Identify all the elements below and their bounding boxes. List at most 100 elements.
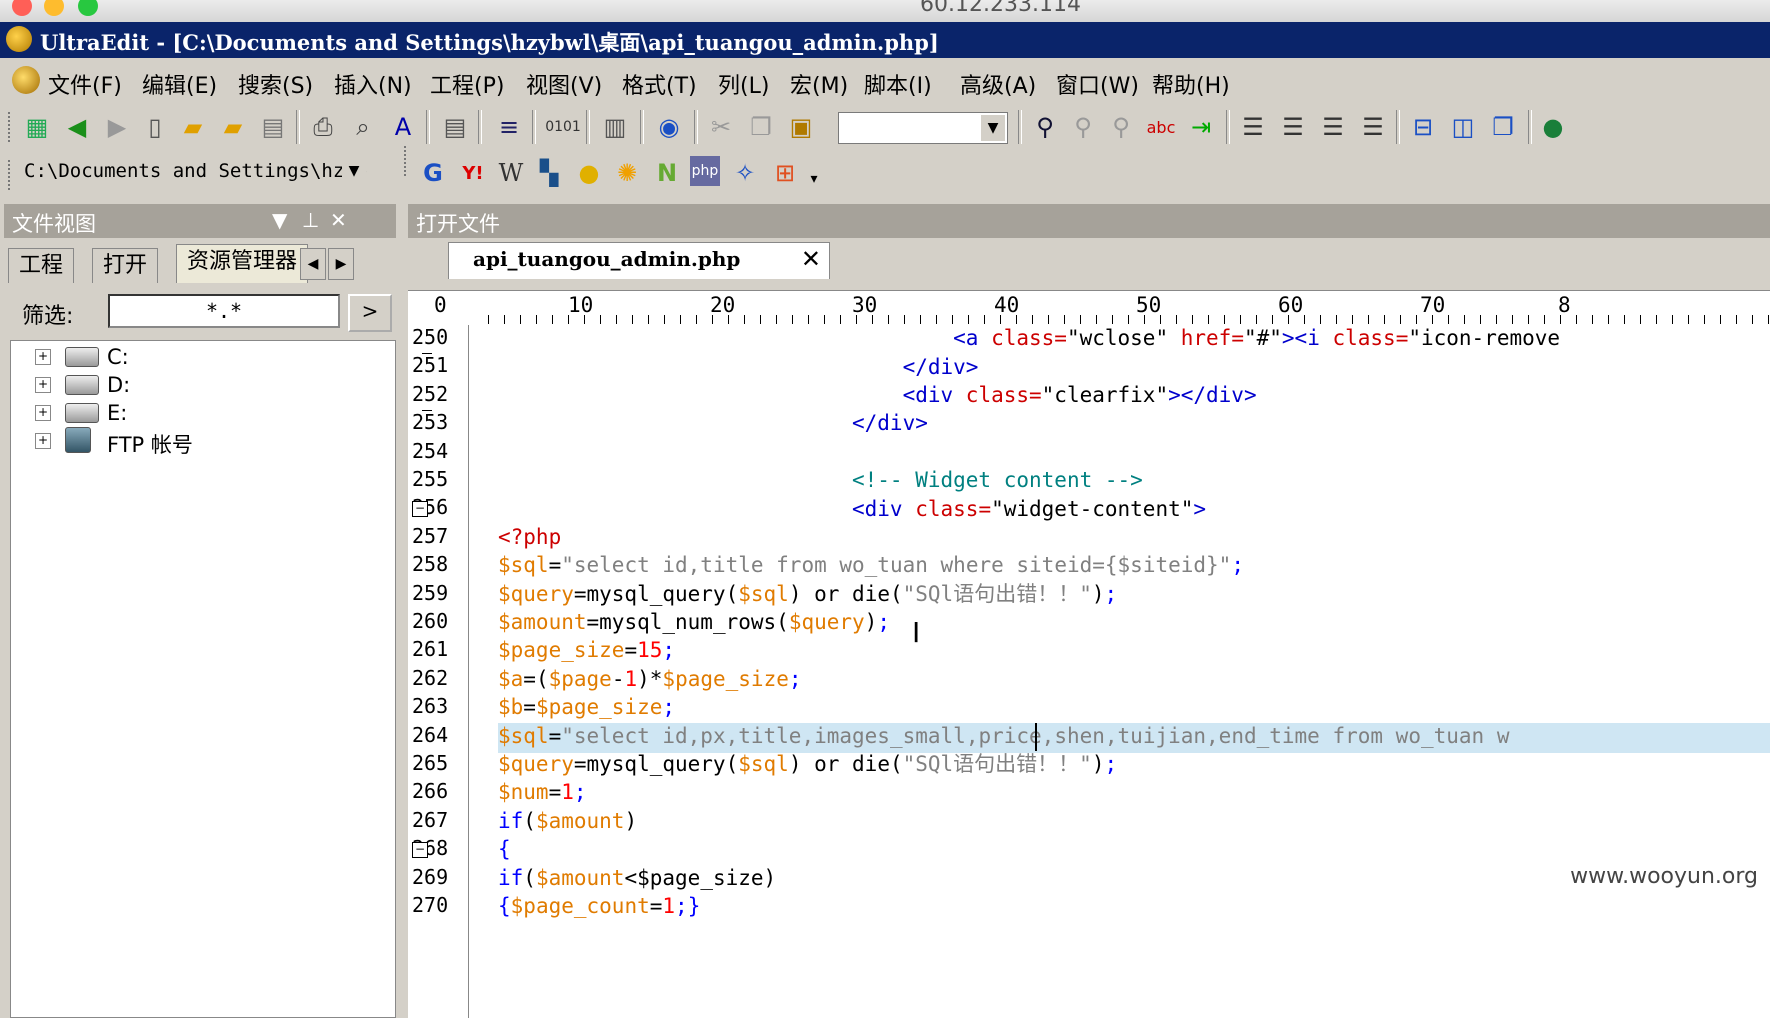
close-window-icon[interactable] <box>12 0 32 16</box>
code-area[interactable]: 250 251 252 253 254 255 256 257 258 259 … <box>408 325 1770 1018</box>
open-files-header: 打开文件 <box>408 204 1770 238</box>
find-prev-icon[interactable]: ⚲ <box>1104 110 1138 144</box>
ruler-label: 40 <box>994 293 1020 317</box>
app-menu-icon[interactable] <box>12 66 40 94</box>
paste-icon[interactable]: ▣ <box>784 110 818 144</box>
align-center-icon[interactable]: ☰ <box>1276 110 1310 144</box>
menu-script[interactable]: 脚本(I) <box>864 68 932 100</box>
expand-icon[interactable]: + <box>35 377 51 393</box>
align-right-icon[interactable]: ☰ <box>1316 110 1350 144</box>
tab-scroll-left-icon[interactable]: ◀ <box>300 248 326 280</box>
file-path-combo[interactable]: C:\Documents and Settings\hzyb ▼ <box>18 156 368 188</box>
spell-check-icon[interactable]: A <box>386 110 420 144</box>
forward-arrow-icon[interactable]: ▶ <box>100 110 134 144</box>
toolbar-grip[interactable] <box>8 112 14 142</box>
split-horizontal-icon[interactable]: ⊟ <box>1406 110 1440 144</box>
n-icon[interactable]: N <box>650 156 684 190</box>
print-icon[interactable]: ⎙ <box>306 110 340 144</box>
menu-project[interactable]: 工程(P) <box>430 68 504 100</box>
menu-edit[interactable]: 编辑(E) <box>142 68 217 100</box>
open-file-icon[interactable]: ▰ <box>176 110 210 144</box>
close-tab-icon[interactable]: ✕ <box>801 245 821 273</box>
ruler-label: 0 <box>434 293 447 317</box>
main-toolbar: ▦ ◀ ▶ ▯ ▰ ▰ ▤ ⎙ ⌕ A ▤ ≡ 0101 ▥ ◉ ✂ ❐ ▣ ▼… <box>0 102 1770 152</box>
msdn-icon[interactable]: ▚ <box>532 156 566 190</box>
word-wrap-icon[interactable]: ≡ <box>492 110 526 144</box>
tab-project[interactable]: 工程 <box>8 248 75 283</box>
globe-icon[interactable]: ● <box>1536 110 1570 144</box>
google-search-icon[interactable]: G <box>416 156 450 190</box>
yahoo-search-icon[interactable]: Y! <box>456 156 490 190</box>
php-icon[interactable]: php <box>690 156 720 186</box>
menu-macro[interactable]: 宏(M) <box>790 68 848 100</box>
save-icon[interactable]: ▤ <box>256 110 290 144</box>
hex-mode-icon[interactable]: 0101 <box>545 110 581 144</box>
tab-open[interactable]: 打开 <box>92 248 159 283</box>
expand-icon[interactable]: + <box>35 349 51 365</box>
document-icon[interactable]: ▤ <box>438 110 472 144</box>
open-folder-icon[interactable]: ▰ <box>216 110 250 144</box>
menu-search[interactable]: 搜索(S) <box>238 68 313 100</box>
back-arrow-icon[interactable]: ◀ <box>60 110 94 144</box>
code-line: $num=1; <box>498 780 587 804</box>
fold-collapse-icon[interactable]: − <box>412 842 428 858</box>
menu-view[interactable]: 视图(V) <box>526 68 602 100</box>
expand-icon[interactable]: + <box>35 405 51 421</box>
filter-input[interactable]: *.* <box>108 294 340 328</box>
code-line: </div> <box>498 355 979 379</box>
tab-scroll-right-icon[interactable]: ▶ <box>328 248 354 280</box>
copy-icon[interactable]: ❐ <box>744 110 778 144</box>
filter-apply-button[interactable]: > <box>348 294 392 332</box>
wikipedia-icon[interactable]: W <box>494 156 528 190</box>
toolbar-separator <box>694 110 698 144</box>
properties-icon[interactable]: ▥ <box>598 110 632 144</box>
toolbar-grip[interactable] <box>404 146 410 176</box>
file-tab[interactable]: api_tuangou_admin.php ✕ <box>448 242 830 279</box>
menu-help[interactable]: 帮助(H) <box>1152 68 1230 100</box>
chevron-down-icon[interactable]: ▼ <box>981 115 1005 141</box>
file-path-text: C:\Documents and Settings\hzyb <box>24 160 368 182</box>
replace-icon[interactable]: abc <box>1144 110 1178 144</box>
pin-icon[interactable]: ⊥ <box>302 208 319 232</box>
sun-icon[interactable]: ✺ <box>610 156 644 190</box>
zoom-window-icon[interactable] <box>78 0 98 16</box>
new-file-icon[interactable]: ▯ <box>138 110 172 144</box>
split-vertical-icon[interactable]: ◫ <box>1446 110 1480 144</box>
menu-bar: 文件(F) 编辑(E) 搜索(S) 插入(N) 工程(P) 视图(V) 格式(T… <box>0 60 1770 100</box>
browser-view-icon[interactable]: ◉ <box>652 110 686 144</box>
lightbulb-icon[interactable]: ● <box>572 156 606 190</box>
dropbox-icon[interactable]: ✧ <box>728 156 762 190</box>
find-next-icon[interactable]: ⚲ <box>1066 110 1100 144</box>
expand-icon[interactable]: + <box>35 433 51 449</box>
fold-collapse-icon[interactable]: − <box>412 501 428 517</box>
ruler-label: 50 <box>1136 293 1162 317</box>
line-number: 267 <box>412 808 449 832</box>
clipboard-combo[interactable]: ▼ <box>838 112 1008 144</box>
code-line: $sql="select id,px,title,images_small,pr… <box>498 724 1510 748</box>
justify-icon[interactable]: ☰ <box>1356 110 1390 144</box>
toolbar-overflow-icon[interactable]: ▾ <box>804 162 824 196</box>
windows-icon[interactable]: ⊞ <box>768 156 802 190</box>
find-icon[interactable]: ⚲ <box>1028 110 1062 144</box>
toolbar-separator <box>1528 110 1532 144</box>
menu-format[interactable]: 格式(T) <box>622 68 697 100</box>
close-icon[interactable]: ✕ <box>330 208 347 232</box>
menu-window[interactable]: 窗口(W) <box>1056 68 1139 100</box>
open-project-icon[interactable]: ▦ <box>20 110 54 144</box>
goto-line-icon[interactable]: ⇥ <box>1184 110 1218 144</box>
chevron-down-icon[interactable]: ▼ <box>342 158 366 184</box>
cut-icon[interactable]: ✂ <box>704 110 738 144</box>
panel-menu-icon[interactable]: ▼ <box>272 208 287 232</box>
menu-file[interactable]: 文件(F) <box>48 68 122 100</box>
cascade-icon[interactable]: ❐ <box>1486 110 1520 144</box>
tab-explorer[interactable]: 资源管理器 <box>176 244 309 283</box>
menu-column[interactable]: 列(L) <box>718 68 769 100</box>
align-left-icon[interactable]: ☰ <box>1236 110 1270 144</box>
print-preview-icon[interactable]: ⌕ <box>346 110 380 144</box>
toolbar-grip[interactable] <box>8 160 14 190</box>
minimize-window-icon[interactable] <box>44 0 64 16</box>
menu-insert[interactable]: 插入(N) <box>334 68 412 100</box>
drive-icon <box>65 375 99 395</box>
menu-advanced[interactable]: 高级(A) <box>960 68 1036 100</box>
